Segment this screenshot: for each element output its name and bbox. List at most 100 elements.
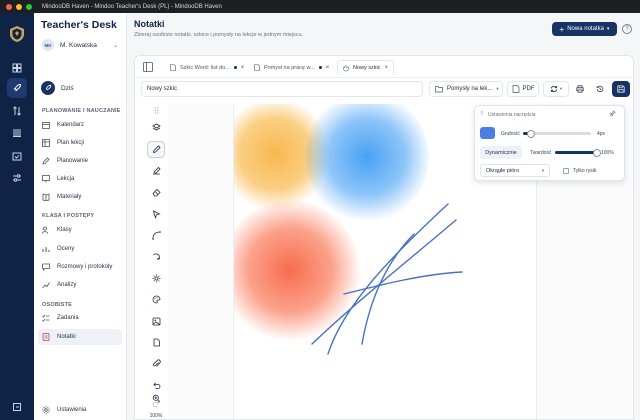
slider-fill: [555, 151, 597, 154]
sidebar-item-materials[interactable]: Materiały: [38, 189, 122, 205]
sidebar-item-label: Oceny: [57, 246, 75, 252]
tab-new-sketch[interactable]: Nowy szkic ×: [337, 60, 395, 75]
sidebar-item-planning[interactable]: Planowanie: [38, 153, 122, 169]
chevron-down-icon: ▾: [606, 26, 610, 32]
sidebar-item-label: Lekcja: [57, 176, 75, 182]
icon-rail: [0, 13, 34, 420]
hardness-slider[interactable]: [555, 148, 601, 157]
category-label: Pomysły na lek...: [447, 86, 493, 92]
sidebar-item-lesson[interactable]: Lekcja: [38, 171, 122, 187]
close-icon[interactable]: ×: [385, 65, 389, 71]
only-pen-label: Tylko rysik: [573, 168, 597, 174]
image-icon[interactable]: [147, 313, 165, 330]
sidebar-item-schedule[interactable]: Plan lekcji: [38, 135, 122, 151]
minimize-window-button[interactable]: [16, 3, 22, 10]
close-window-button[interactable]: [6, 3, 12, 10]
drag-handle-icon[interactable]: [147, 104, 165, 116]
unsaved-dot: [233, 66, 237, 69]
thickness-slider[interactable]: [523, 129, 591, 138]
pin-icon[interactable]: [609, 110, 616, 117]
slider-knob[interactable]: [593, 148, 601, 157]
calendar-check-icon[interactable]: [7, 146, 27, 166]
transfer-icon[interactable]: [7, 101, 27, 121]
page-icon[interactable]: [147, 334, 165, 351]
arrow-tool-icon[interactable]: [147, 248, 165, 265]
palette-icon[interactable]: [147, 291, 165, 308]
print-button[interactable]: [572, 81, 588, 97]
book-icon: [42, 193, 50, 201]
marker-icon[interactable]: [147, 162, 165, 179]
calendar-icon: [42, 122, 50, 129]
tool-settings-title: Ustawienia narzędzia: [488, 112, 536, 118]
attachment-icon[interactable]: [147, 355, 165, 372]
unsaved-dot: [318, 66, 322, 69]
close-icon[interactable]: ×: [241, 65, 245, 71]
sidebar-item-label: Klasy: [57, 227, 72, 233]
history-button[interactable]: [592, 81, 608, 97]
slider-knob[interactable]: [527, 129, 536, 138]
layers-icon[interactable]: [147, 119, 165, 136]
color-swatch[interactable]: [480, 127, 495, 139]
curve-icon[interactable]: [147, 227, 165, 244]
sync-button[interactable]: ▾: [543, 81, 569, 97]
dashboard-icon[interactable]: [7, 58, 27, 78]
sliders-icon[interactable]: [7, 168, 27, 188]
sidebar-item-tasks[interactable]: Zadania: [38, 310, 122, 326]
drawing-tools: [145, 104, 167, 419]
zoom-icon[interactable]: [147, 390, 165, 407]
tab-label: Nowy szkic: [353, 65, 381, 71]
pen-shape-label: Okrągłe pióro: [486, 167, 520, 174]
rocket-icon[interactable]: [7, 78, 27, 98]
tab-work-idea[interactable]: Pomysł na pracę w... ×: [249, 60, 334, 75]
pen-shape-select[interactable]: Okrągłe pióro ▾: [480, 164, 550, 177]
pencil-icon[interactable]: [147, 141, 165, 158]
new-note-button[interactable]: + Nowa notatka ▾: [552, 22, 617, 36]
hardness-value: 100%: [601, 150, 614, 156]
category-select[interactable]: Pomysły na lek... ▾: [429, 81, 503, 97]
dynamic-toggle[interactable]: Dynamicznie: [480, 146, 522, 159]
users-icon: [42, 226, 48, 234]
brand-title: Teacher's Desk: [41, 19, 117, 31]
close-icon[interactable]: ×: [326, 65, 330, 71]
only-pen-checkbox[interactable]: [563, 168, 569, 174]
sidebar-item-conversations[interactable]: Rozmowy i protokoły: [38, 259, 122, 275]
sidebar-item-settings[interactable]: Ustawienia: [38, 403, 122, 417]
sidebar-item-grades[interactable]: Oceny: [38, 241, 122, 257]
chevron-down-icon: ▾: [496, 86, 499, 91]
sidebar-item-label: Rozmowy i protokoły: [57, 264, 113, 270]
sidebar: Teacher's Desk MK M. Kowalska ⌄ Dziś PLA…: [34, 13, 127, 420]
maximize-window-button[interactable]: [26, 3, 32, 10]
tab-label: Szkic Word: list do...: [180, 64, 230, 71]
presentation-icon: [42, 175, 50, 183]
document-name-input[interactable]: Nowy szkic: [141, 81, 423, 97]
drag-handle-icon[interactable]: ⠿: [480, 111, 484, 117]
section-personal: OSOBISTE: [42, 302, 73, 308]
help-icon[interactable]: ?: [622, 24, 632, 34]
checklist-icon: [42, 314, 50, 322]
edit-icon: [42, 157, 50, 165]
page-subtitle: Zbieraj osobiste notatki, szkice i pomys…: [134, 32, 304, 38]
window-controls: [6, 3, 32, 10]
sidebar-item-label: Zadania: [57, 315, 79, 321]
eraser-icon[interactable]: [147, 184, 165, 201]
user-switcher[interactable]: MK M. Kowalska ⌄: [38, 37, 122, 53]
sidebar-item-analytics[interactable]: Analizy: [38, 277, 122, 293]
cursor-icon[interactable]: [147, 206, 165, 223]
logout-icon[interactable]: [7, 397, 27, 417]
sidebar-item-notes[interactable]: Notatki: [38, 329, 122, 345]
sidebar-toggle-icon[interactable]: [143, 62, 153, 72]
sidebar-item-classes[interactable]: Klasy: [38, 222, 122, 238]
thickness-label: Grubość: [501, 131, 520, 137]
tab-word-draft[interactable]: Szkic Word: list do... ×: [165, 60, 249, 75]
tab-label: Pomysł na pracę w...: [264, 64, 315, 71]
sidebar-item-today[interactable]: Dziś: [38, 79, 122, 97]
save-button[interactable]: [612, 81, 630, 97]
library-icon[interactable]: [7, 123, 27, 143]
sun-icon[interactable]: [147, 270, 165, 287]
tab-bar: Szkic Word: list do... × Pomysł na pracę…: [135, 56, 633, 78]
sidebar-item-calendar[interactable]: Kalendarz: [38, 117, 122, 133]
pdf-export-button[interactable]: PDF: [507, 81, 539, 97]
window-titlebar: MindooDB Haven - Mindoo Teacher's Desk (…: [0, 0, 640, 13]
editor-toolbar: Nowy szkic Pomysły na lek... ▾ PDF ▾: [135, 78, 633, 100]
window-title: MindooDB Haven - Mindoo Teacher's Desk (…: [42, 3, 222, 10]
